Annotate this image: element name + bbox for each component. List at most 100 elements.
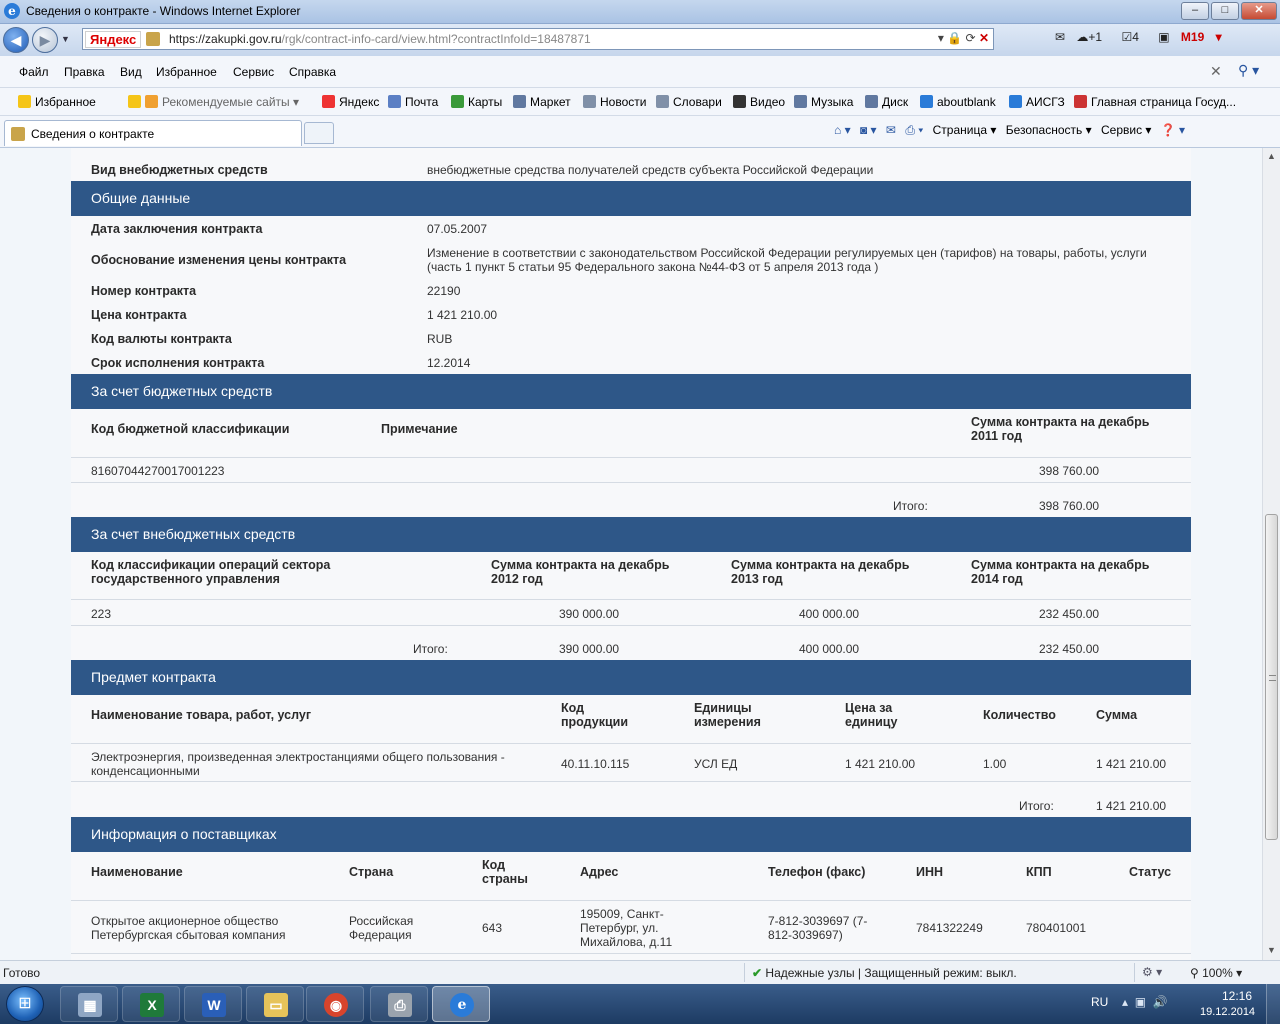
toolbar-search-icon[interactable]: ⚲ ▾: [1238, 62, 1259, 79]
fav-link-video[interactable]: Видео: [733, 95, 785, 109]
lock-icon[interactable]: 🔒: [947, 31, 962, 45]
chrome-icon: ◉: [324, 993, 348, 1017]
fav-link-dictionaries[interactable]: Словари: [656, 95, 722, 109]
envelope-icon[interactable]: ✉: [1055, 30, 1065, 44]
clock-date[interactable]: 19.12.2014: [1200, 1006, 1255, 1018]
home-icon[interactable]: ⌂ ▾: [834, 123, 851, 137]
taskbar-ie[interactable]: e: [432, 986, 490, 1022]
url-actions: ▾ 🔒 ⟳ ✕: [938, 31, 989, 45]
extrabudget-header-code: Код классификации операций сектора госуд…: [91, 558, 331, 586]
rss-icon[interactable]: ◙ ▾: [860, 123, 877, 137]
page-scrollbar[interactable]: ▲ ▼: [1262, 148, 1280, 960]
history-dropdown-icon[interactable]: ▼: [61, 34, 70, 44]
security-menu[interactable]: Безопасность ▾: [1006, 123, 1092, 137]
maximize-button[interactable]: □: [1211, 2, 1239, 20]
forward-button[interactable]: ▶: [32, 27, 58, 53]
zoom-control[interactable]: ⚲ 100% ▾: [1190, 966, 1242, 980]
fav-link-maps[interactable]: Карты: [451, 95, 502, 109]
url-input[interactable]: Яндекс https://zakupki.gov.ru/rgk/contra…: [82, 28, 994, 50]
fav-link-aboutblank[interactable]: aboutblank: [920, 95, 996, 109]
fav-link-music[interactable]: Музыка: [794, 95, 853, 109]
taskbar-explorer[interactable]: ▭: [246, 986, 304, 1022]
stop-icon[interactable]: ✕: [979, 31, 989, 45]
site-crest-icon: [146, 32, 160, 46]
fav-link-market[interactable]: Маркет: [513, 95, 571, 109]
budget-code: 81607044270017001223: [91, 464, 225, 478]
supplier-header-inn: ИНН: [916, 865, 944, 879]
favorites-button[interactable]: Избранное: [18, 95, 96, 109]
menu-file[interactable]: Файл: [19, 65, 49, 79]
scroll-up-icon[interactable]: ▲: [1263, 148, 1280, 165]
language-indicator[interactable]: RU: [1091, 995, 1108, 1009]
subject-total: 1 421 210.00: [1096, 799, 1167, 813]
subject-header-unit: Единицы измерения: [694, 701, 761, 729]
site-crest-icon: [11, 127, 25, 141]
help-icon[interactable]: ❓ ▾: [1161, 123, 1185, 137]
command-bar: ⌂ ▾ ◙ ▾ ✉ ⎙ ▾ Страница ▾ Безопасность ▾ …: [834, 123, 1191, 138]
new-tab-button[interactable]: [304, 122, 334, 144]
divider: [71, 625, 1191, 626]
menu-edit[interactable]: Правка: [64, 65, 105, 79]
read-mail-icon[interactable]: ✉: [886, 123, 896, 137]
fav-link-mail[interactable]: Почта: [388, 95, 438, 109]
close-button[interactable]: ✕: [1241, 2, 1277, 20]
contract-price: 1 421 210.00: [427, 308, 498, 322]
menu-favorites[interactable]: Избранное: [156, 65, 217, 79]
close-toolbar-icon[interactable]: ✕: [1210, 63, 1222, 80]
cloud-icon[interactable]: ☁+1: [1076, 30, 1110, 44]
service-menu[interactable]: Сервис ▾: [1101, 123, 1151, 137]
menu-view[interactable]: Вид: [120, 65, 142, 79]
menu-tools[interactable]: Сервис: [233, 65, 274, 79]
supplier-header-country: Страна: [349, 865, 394, 879]
security-zone[interactable]: ✔ Надежные узлы | Защищенный режим: выкл…: [752, 966, 1017, 980]
section-subject: Предмет контракта: [71, 660, 1191, 695]
menu-help[interactable]: Справка: [289, 65, 336, 79]
refresh-icon[interactable]: ⟳: [966, 31, 976, 45]
taskbar-word[interactable]: W: [184, 986, 242, 1022]
grip-icon: [1269, 675, 1276, 681]
print-icon[interactable]: ⎙ ▾: [905, 123, 923, 137]
taskbar-chrome[interactable]: ◉: [306, 986, 364, 1022]
fav-link-disk[interactable]: Диск: [865, 95, 908, 109]
clock-time[interactable]: 12:16: [1212, 989, 1262, 1003]
separator: [1134, 963, 1135, 982]
notes-icon[interactable]: ☑4: [1121, 30, 1146, 44]
protected-mode-icon[interactable]: ⚙ ▾: [1142, 965, 1162, 979]
supplier-country-code: 643: [482, 921, 503, 935]
tray-icons[interactable]: ▴ ▣ 🔊: [1122, 995, 1168, 1009]
maps-icon: [451, 95, 464, 108]
separator: [744, 963, 745, 982]
back-button[interactable]: ◀: [3, 27, 29, 53]
recommended-sites-link[interactable]: Рекомендуемые сайты ▾: [128, 95, 299, 109]
extrabudget-header-2013: Сумма контракта на декабрь 2013 год: [731, 558, 910, 586]
fav-link-aisgz[interactable]: АИСГЗ: [1009, 95, 1065, 109]
fav-link-gov-main[interactable]: Главная страница Госуд...: [1074, 95, 1236, 109]
market-icon: [513, 95, 526, 108]
yandex-search-button[interactable]: Яндекс: [85, 31, 142, 48]
fav-link-news[interactable]: Новости: [583, 95, 646, 109]
contract-number: 22190: [427, 284, 461, 298]
fav-link-yandex[interactable]: Яндекс: [322, 95, 379, 109]
page-menu[interactable]: Страница ▾: [933, 123, 997, 137]
show-desktop-button[interactable]: [1266, 984, 1280, 1024]
dictionary-icon: [656, 95, 669, 108]
tab-contract-info[interactable]: Сведения о контракте: [4, 120, 302, 146]
url-dropdown-icon[interactable]: ▾: [938, 31, 944, 45]
star-icon: [18, 95, 31, 108]
mail-icon[interactable]: M19 ▾: [1181, 30, 1222, 44]
page-viewport: Вид внебюджетных средств внебюджетные ср…: [0, 148, 1262, 960]
start-button[interactable]: ⊞: [6, 986, 44, 1022]
extrabudget-total-label: Итого:: [413, 642, 448, 656]
supplier-header-kpp: КПП: [1026, 865, 1052, 879]
taskbar-excel[interactable]: X: [122, 986, 180, 1022]
taskbar-calculator[interactable]: ▦: [60, 986, 118, 1022]
profile-icon[interactable]: ▣: [1158, 30, 1169, 44]
budget-header-sum: Сумма контракта на декабрь 2011 год: [971, 415, 1150, 443]
scroll-down-icon[interactable]: ▼: [1263, 942, 1280, 959]
scroll-thumb[interactable]: [1265, 514, 1278, 840]
subject-header-price: Цена за единицу: [845, 701, 898, 729]
section-general: Общие данные: [71, 181, 1191, 216]
section-budget: За счет бюджетных средств: [71, 374, 1191, 409]
minimize-button[interactable]: –: [1181, 2, 1209, 20]
taskbar-printer[interactable]: ⎙: [370, 986, 428, 1022]
